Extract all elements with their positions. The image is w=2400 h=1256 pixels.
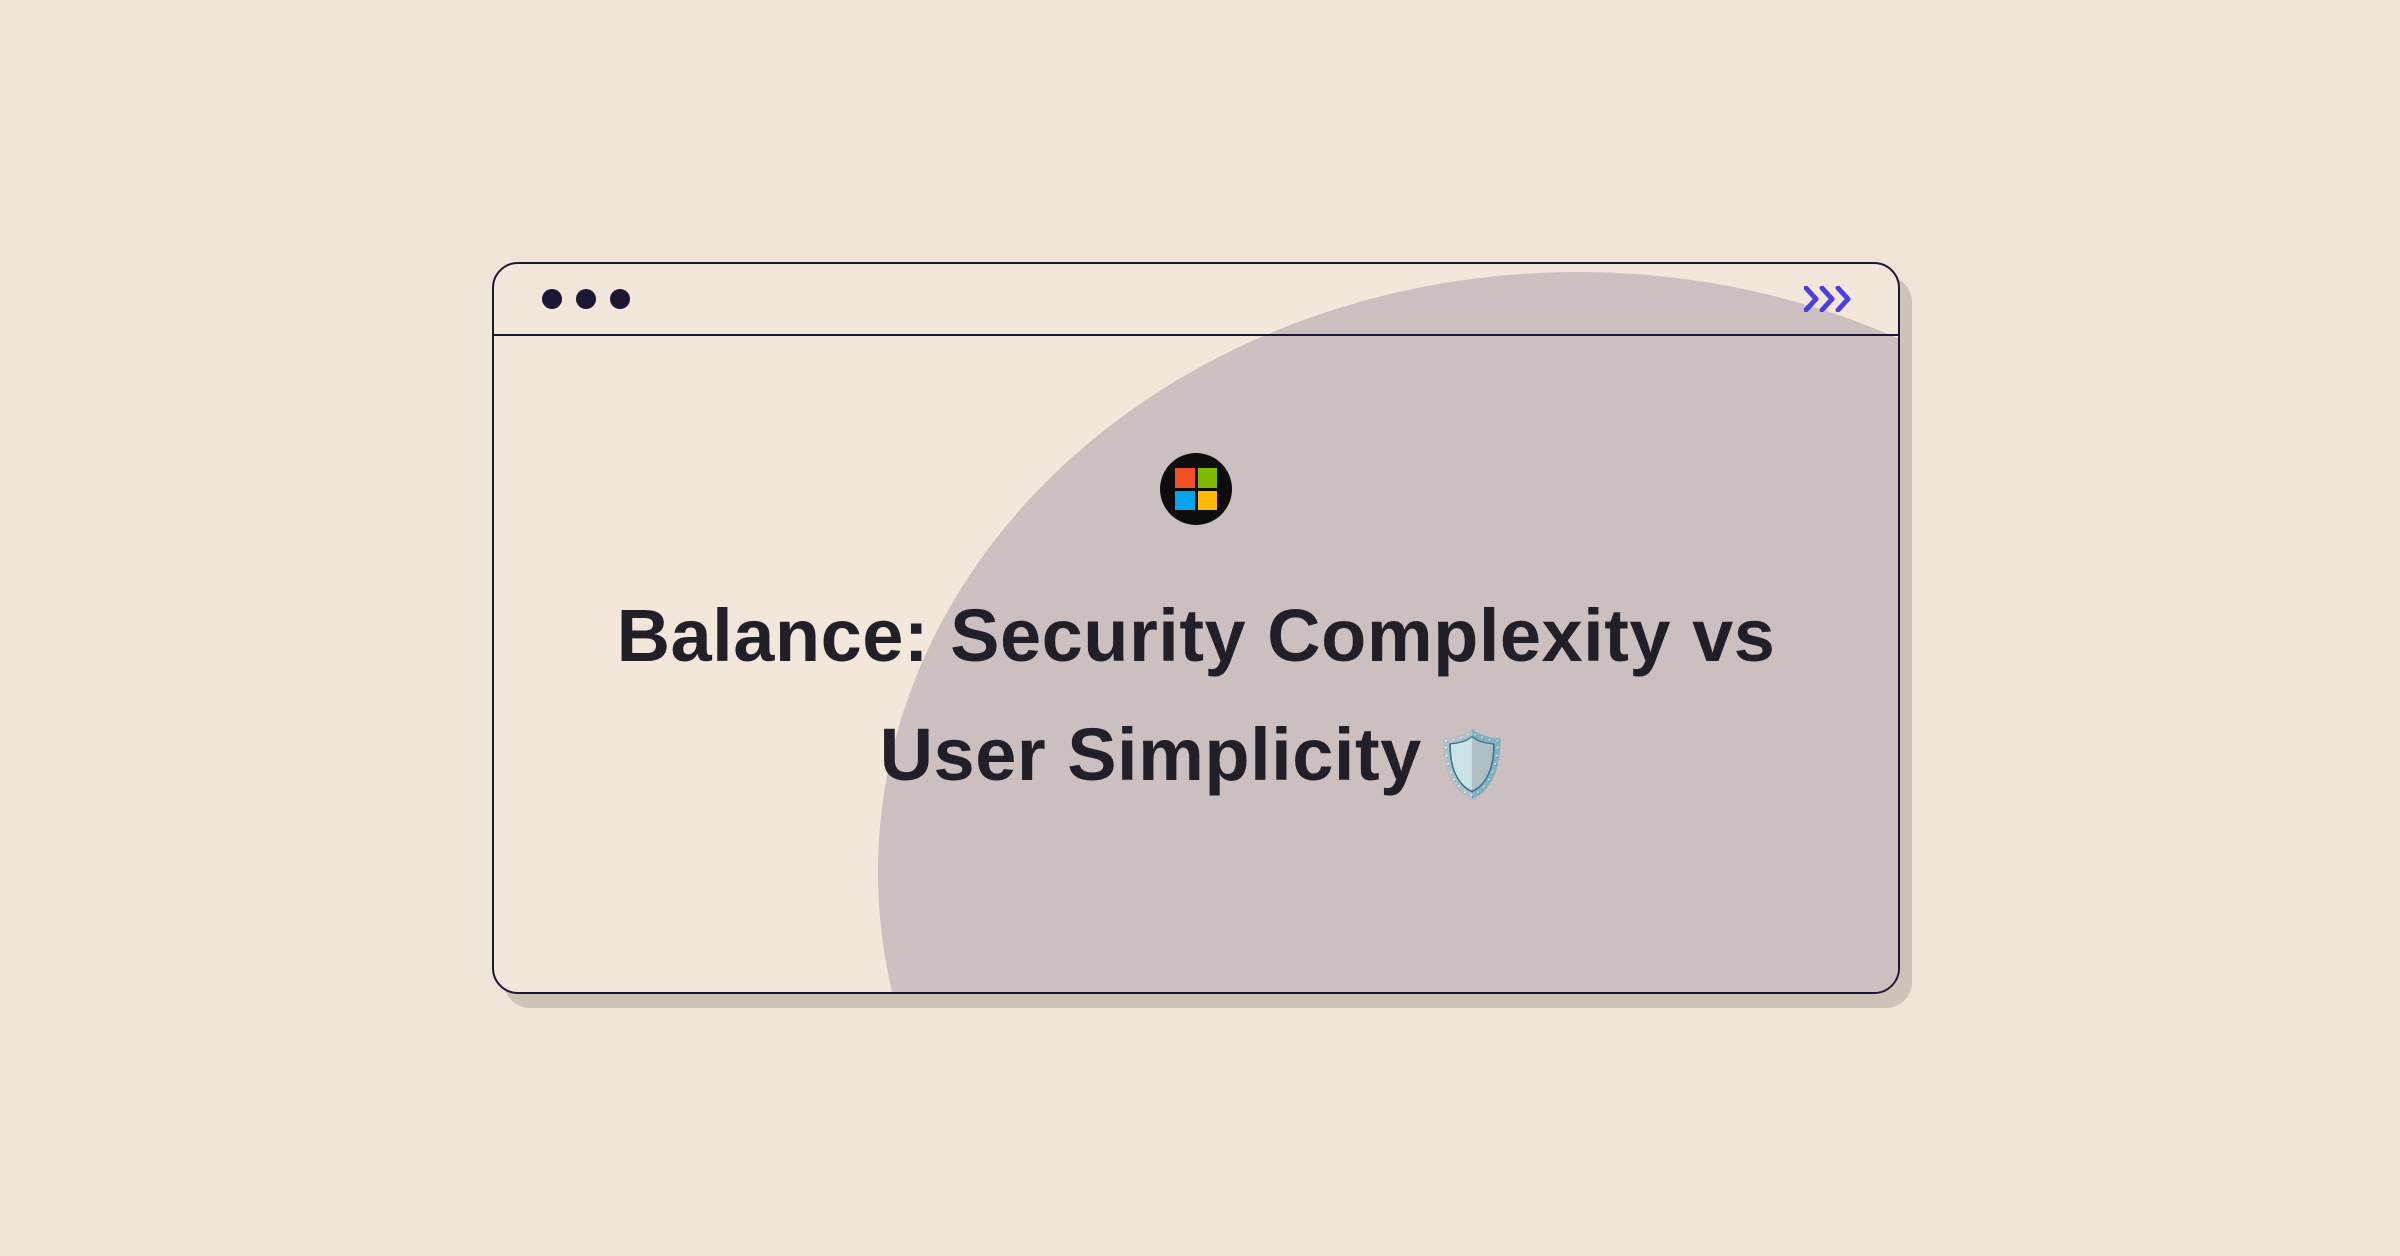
ms-square-green bbox=[1198, 468, 1218, 488]
browser-window: Balance: Security Complexity vs User Sim… bbox=[492, 262, 1900, 994]
card-stage: Balance: Security Complexity vs User Sim… bbox=[450, 234, 1950, 1022]
microsoft-logo-icon bbox=[1175, 468, 1217, 510]
window-content: Balance: Security Complexity vs User Sim… bbox=[494, 336, 1898, 992]
headline-text: Balance: Security Complexity vs User Sim… bbox=[617, 594, 1776, 795]
ms-square-blue bbox=[1175, 491, 1195, 511]
window-dot-icon bbox=[610, 289, 630, 309]
window-dot-icon bbox=[542, 289, 562, 309]
window-titlebar bbox=[494, 264, 1898, 336]
window-controls bbox=[542, 289, 630, 309]
triple-chevron-right-icon bbox=[1804, 286, 1858, 312]
window-dot-icon bbox=[576, 289, 596, 309]
ms-square-yellow bbox=[1198, 491, 1218, 511]
headline-container: Balance: Security Complexity vs User Sim… bbox=[596, 577, 1796, 815]
logo-badge bbox=[1160, 453, 1232, 525]
shield-icon: 🛡️ bbox=[1432, 728, 1512, 800]
ms-square-red bbox=[1175, 468, 1195, 488]
